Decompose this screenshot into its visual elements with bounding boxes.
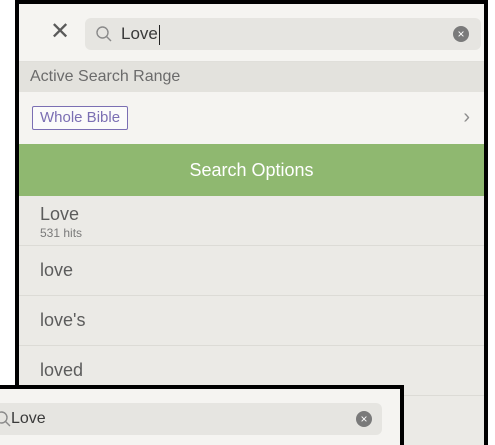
search-range-header: Active Search Range	[19, 62, 484, 92]
search-input[interactable]: Love ×	[85, 18, 481, 50]
result-word: Love	[40, 204, 80, 224]
clear-search-icon[interactable]: ×	[453, 26, 469, 42]
result-word: love	[40, 260, 74, 280]
search-icon	[96, 26, 112, 42]
result-hits: 531 hits	[40, 226, 83, 240]
list-item[interactable]: love	[19, 246, 484, 296]
search-range-row[interactable]: Whole Bible ›	[19, 92, 484, 144]
search-panel: ✕ Love × Active Search Range Whole Bible…	[15, 0, 488, 445]
list-item[interactable]: love's	[19, 296, 484, 346]
overlay-search-bar: Love ×	[0, 385, 404, 445]
list-item[interactable]: Love 531 hits	[19, 196, 484, 246]
overlay-search-input[interactable]: Love ×	[0, 403, 382, 435]
result-word: loved	[40, 360, 84, 380]
search-options-button[interactable]: Search Options	[19, 144, 484, 196]
overlay-search-query[interactable]: Love	[11, 403, 46, 435]
results-list: Love 531 hits love love's loved	[19, 196, 484, 396]
clear-search-icon[interactable]: ×	[356, 411, 372, 427]
chevron-right-icon[interactable]: ›	[463, 106, 470, 128]
search-bar: ✕ Love ×	[19, 4, 484, 62]
close-icon[interactable]: ✕	[47, 19, 73, 45]
result-word: love's	[40, 310, 86, 330]
range-badge[interactable]: Whole Bible	[32, 106, 129, 130]
search-query[interactable]: Love	[121, 18, 160, 50]
